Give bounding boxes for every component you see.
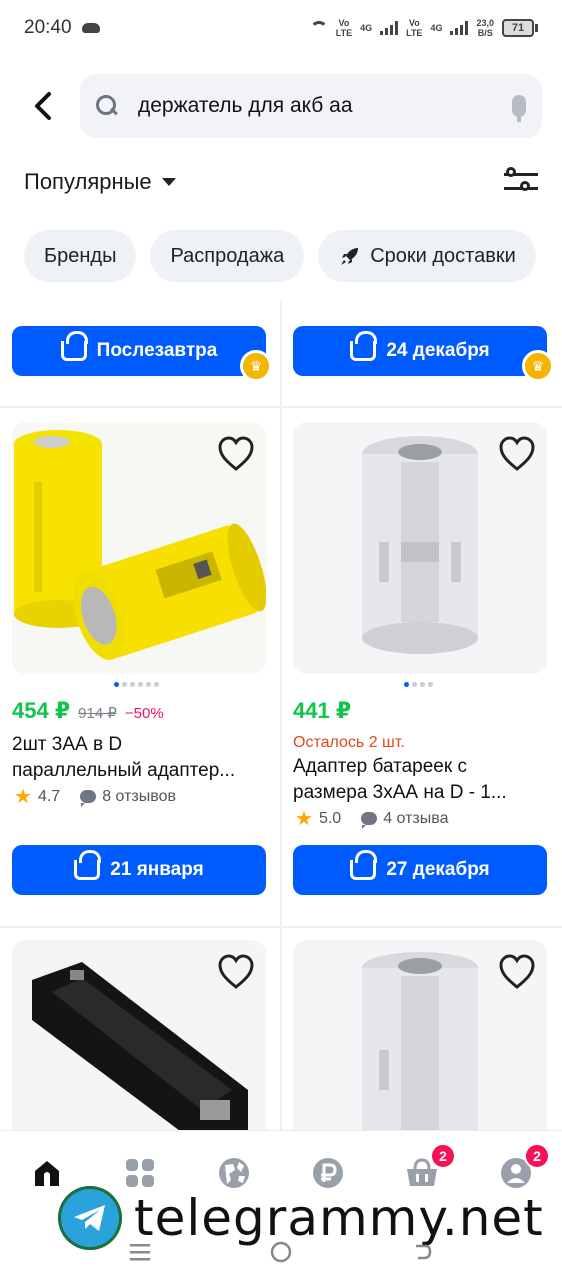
status-bar: 20:40 Vo LTE 4G Vo LTE 4G 23,0 B/S 71 — [0, 0, 562, 56]
crown-icon: ♛ — [240, 350, 272, 382]
basket-icon — [350, 850, 378, 880]
rocket-icon — [341, 248, 359, 265]
cart-count-badge: 2 — [430, 1143, 456, 1169]
back-button[interactable] — [22, 84, 66, 128]
chip-sale[interactable]: Распродажа — [150, 230, 305, 282]
review-count: 8 отзывов — [102, 787, 176, 805]
heart-icon[interactable] — [497, 434, 537, 474]
heart-icon[interactable] — [497, 952, 537, 992]
chip-label: Бренды — [44, 244, 117, 267]
delivery-button[interactable]: 27 декабря — [293, 845, 547, 895]
comment-icon — [80, 790, 97, 807]
comment-icon — [361, 812, 378, 829]
basket-icon — [350, 331, 378, 361]
discount-badge: −50% — [124, 705, 164, 722]
delivery-label: 24 декабря — [386, 340, 490, 361]
price-row: 454 ₽ 914 ₽ −50% — [12, 698, 164, 724]
product-image[interactable] — [12, 940, 266, 1130]
delivery-label: 21 января — [110, 859, 204, 880]
caret-down-icon[interactable] — [161, 178, 176, 186]
signal-icon — [380, 21, 399, 35]
filter-sliders-icon[interactable] — [504, 167, 538, 197]
star-icon: ★ — [14, 786, 32, 808]
delivery-button[interactable]: 21 января — [12, 845, 266, 895]
grid-divider — [280, 300, 282, 1130]
image-pager-dots — [114, 682, 159, 687]
search-icon — [96, 95, 118, 117]
globe-icon — [219, 1158, 249, 1188]
rating-row: ★ 5.0 4 отзыва — [295, 806, 448, 831]
battery-icon: 71 — [502, 19, 538, 37]
basket-icon — [74, 850, 102, 880]
arrow-left-icon — [35, 92, 51, 120]
sort-row: Популярные — [24, 160, 538, 204]
search-input[interactable]: держатель для акб аа — [80, 74, 542, 138]
basket-icon — [60, 331, 88, 361]
menu-icon[interactable] — [128, 1240, 152, 1264]
product-image[interactable] — [293, 422, 547, 674]
rating-row: ★ 4.7 8 отзывов — [14, 784, 176, 809]
status-time: 20:40 — [24, 17, 72, 38]
product-image[interactable] — [293, 940, 547, 1130]
search-header: держатель для акб аа — [0, 74, 562, 138]
battery-level: 71 — [502, 19, 534, 37]
system-nav-bar — [0, 1234, 562, 1274]
home-icon — [35, 1161, 59, 1186]
cloud-icon — [81, 23, 100, 33]
star-icon: ★ — [295, 808, 313, 830]
network-speed: 23,0 B/S — [476, 18, 494, 38]
network-type-2: 4G — [430, 23, 443, 33]
chip-brands[interactable]: Бренды — [24, 230, 137, 282]
heart-icon[interactable] — [216, 434, 256, 474]
chip-delivery-time[interactable]: Сроки доставки — [318, 230, 536, 282]
grid-divider — [0, 406, 562, 408]
current-price: 454 ₽ — [12, 698, 71, 723]
chip-label: Распродажа — [170, 244, 285, 267]
chip-label: Сроки доставки — [370, 244, 516, 267]
rating-value: 5.0 — [318, 809, 342, 827]
delivery-button[interactable]: 24 декабря — [293, 326, 547, 376]
image-pager-dots — [404, 682, 433, 687]
filter-chips: Бренды Распродажа Сроки доставки — [24, 230, 536, 282]
grid-divider — [0, 926, 562, 928]
delivery-label: Послезавтра — [96, 340, 218, 361]
product-image[interactable] — [12, 422, 266, 674]
product-title[interactable]: Адаптер батареек с размера 3хАА на D - 1.… — [293, 754, 547, 806]
microphone-icon[interactable] — [512, 95, 526, 122]
search-query[interactable]: держатель для акб аа — [138, 94, 512, 118]
old-price: 914 ₽ — [78, 705, 117, 722]
heart-icon[interactable] — [216, 952, 256, 992]
current-price: 441 ₽ — [293, 698, 352, 723]
signal-icon — [450, 21, 469, 35]
grid-icon — [126, 1159, 154, 1187]
stock-notice: Осталось 2 шт. — [293, 734, 405, 751]
volte-indicator-1: Vo LTE — [335, 18, 353, 38]
sort-dropdown[interactable]: Популярные — [24, 169, 152, 195]
price-row: 441 ₽ — [293, 698, 351, 724]
network-type-1: 4G — [360, 23, 373, 33]
volte-indicator-2: Vo LTE — [406, 18, 423, 38]
delivery-label: 27 декабря — [386, 859, 490, 880]
home-circle-icon[interactable] — [269, 1240, 293, 1264]
rating-value: 4.7 — [37, 787, 61, 805]
product-title[interactable]: 2шт 3АА в Dпараллельный адаптер... — [12, 732, 266, 784]
status-indicators: Vo LTE 4G Vo LTE 4G 23,0 B/S 71 — [309, 18, 538, 38]
back-nav-icon[interactable] — [410, 1240, 434, 1264]
profile-count-badge: 2 — [524, 1143, 550, 1169]
ruble-icon — [313, 1158, 343, 1188]
product-grid: Послезавтра ♛ 24 декабря ♛ 454 ₽ 914 ₽ −… — [0, 300, 562, 1130]
delivery-button[interactable]: Послезавтра — [12, 326, 266, 376]
crown-icon: ♛ — [522, 350, 554, 382]
review-count: 4 отзыва — [383, 809, 449, 827]
wifi-icon — [309, 21, 328, 35]
